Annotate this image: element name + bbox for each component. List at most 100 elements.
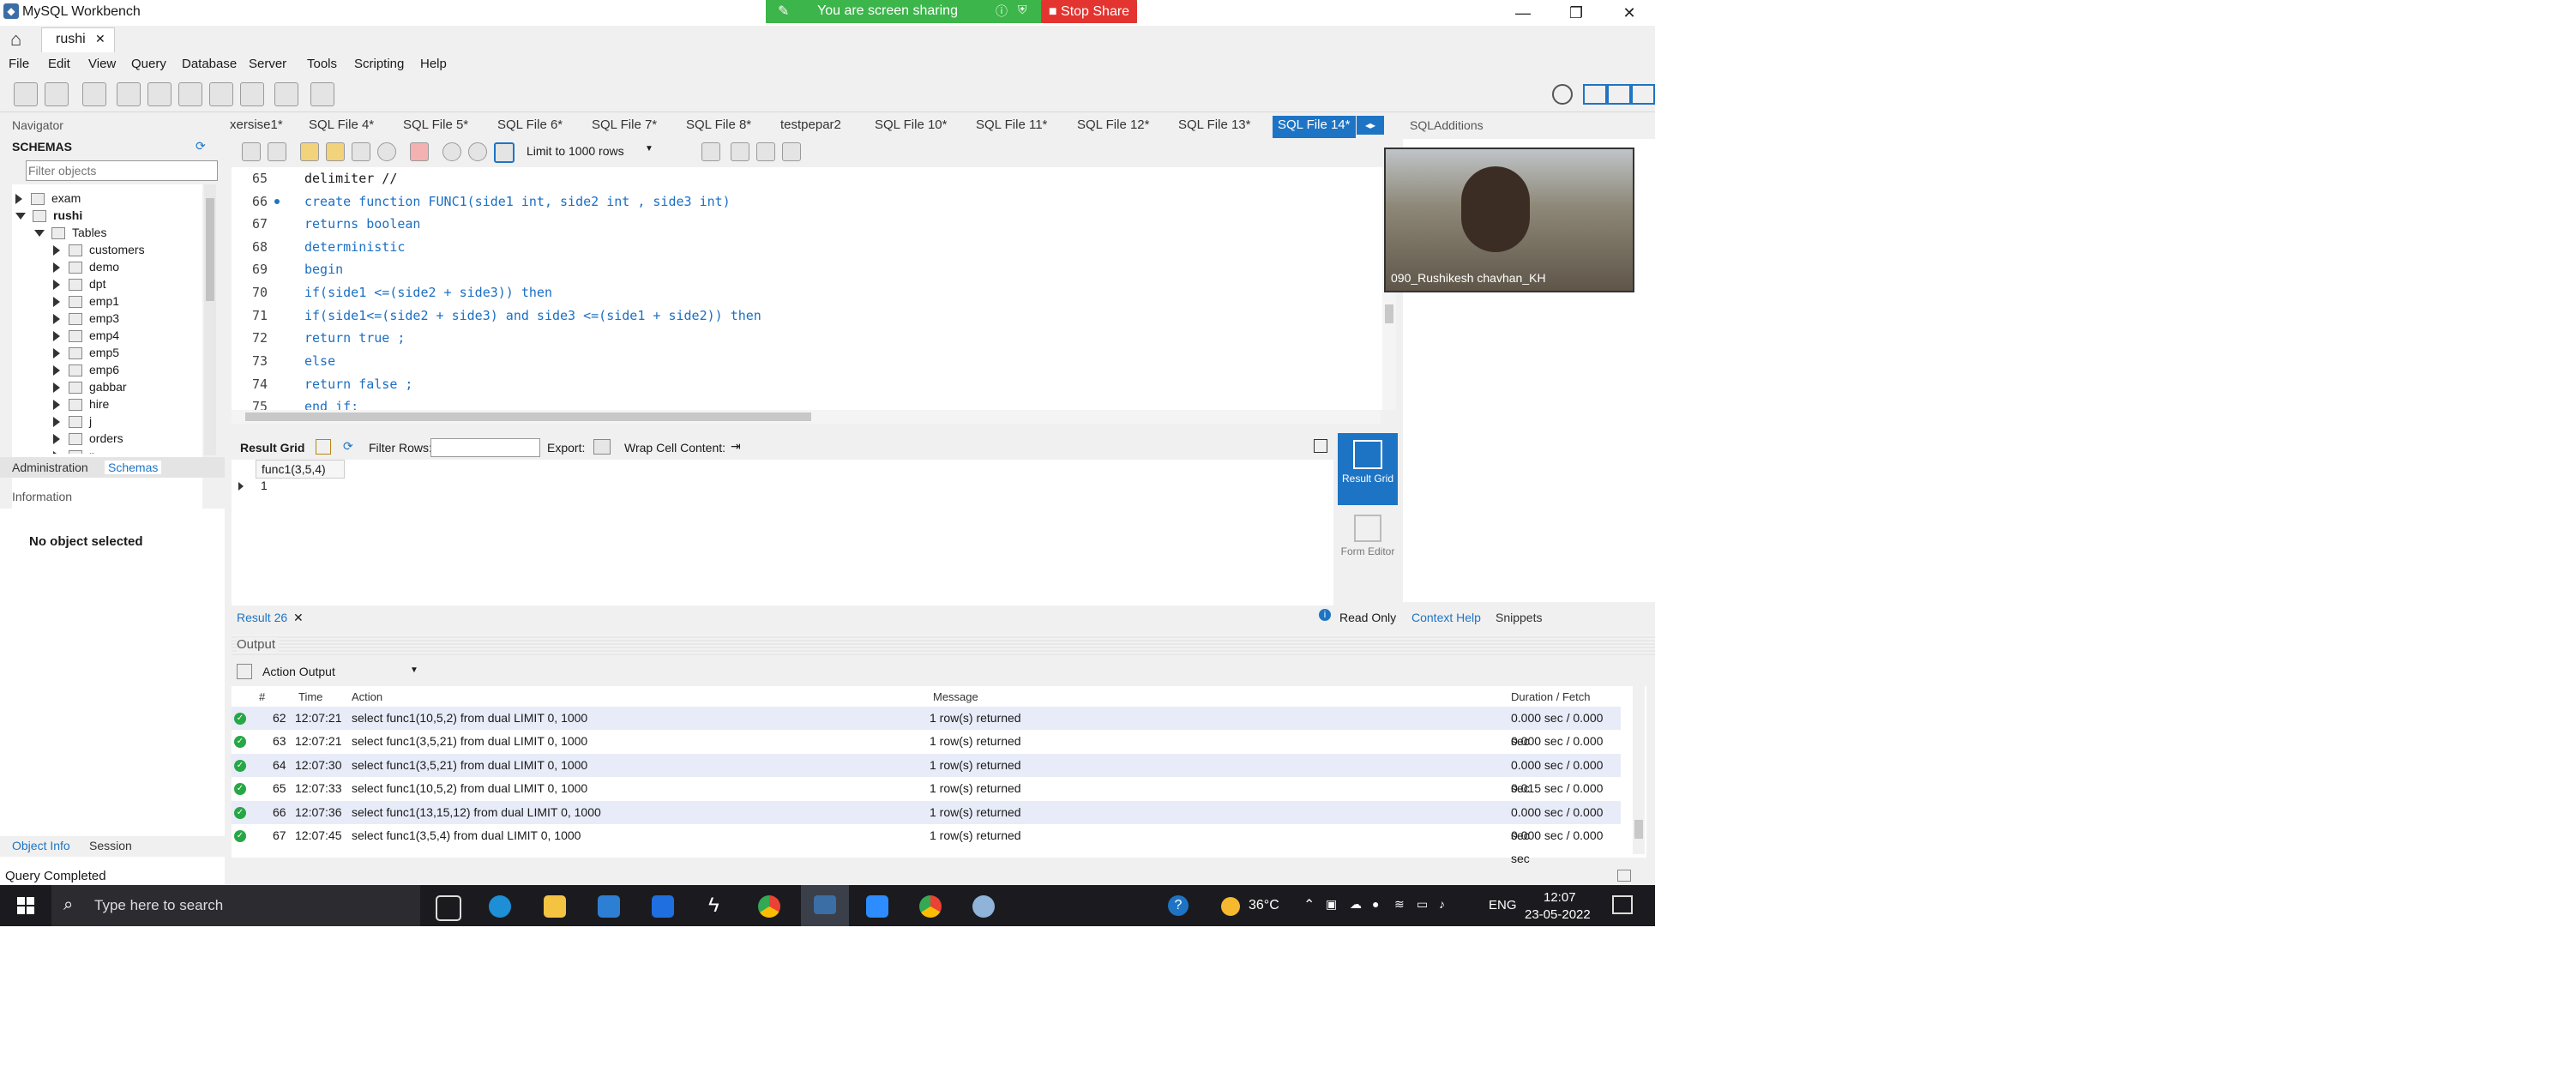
menu-view[interactable]: View bbox=[88, 57, 116, 71]
editor-hscrollbar[interactable] bbox=[232, 410, 1381, 424]
tab-object-info[interactable]: Object Info bbox=[12, 839, 70, 852]
dropbox-icon[interactable] bbox=[652, 895, 674, 918]
table-item[interactable]: dpt bbox=[53, 275, 105, 292]
result-grid-side-button[interactable]: Result Grid bbox=[1338, 433, 1398, 505]
editor-tab[interactable]: SQL File 4* bbox=[309, 117, 374, 132]
volume-icon[interactable]: ♪ bbox=[1439, 897, 1445, 911]
menu-server[interactable]: Server bbox=[249, 57, 286, 71]
editor-tab[interactable]: SQL File 13* bbox=[1178, 117, 1251, 132]
tab-session[interactable]: Session bbox=[89, 839, 132, 852]
wrap-lines-icon[interactable] bbox=[782, 142, 801, 161]
create-function-icon[interactable] bbox=[240, 82, 264, 106]
filter-rows-input[interactable] bbox=[430, 438, 540, 457]
new-sql-tab-icon[interactable] bbox=[14, 82, 38, 106]
toggle-output-icon[interactable] bbox=[1607, 84, 1631, 105]
grid-cell[interactable]: 1 bbox=[261, 479, 268, 492]
stop-share-button[interactable]: ■ Stop Share bbox=[1041, 0, 1137, 23]
refresh-icon[interactable]: ⟳ bbox=[343, 439, 353, 454]
reconnect-icon[interactable] bbox=[310, 82, 334, 106]
menu-scripting[interactable]: Scripting bbox=[354, 57, 404, 71]
create-view-icon[interactable] bbox=[178, 82, 202, 106]
schema-item-rushi[interactable]: rushi bbox=[15, 207, 82, 224]
home-icon[interactable]: ⌂ bbox=[10, 28, 21, 51]
file-explorer-icon[interactable] bbox=[544, 895, 566, 918]
menu-database[interactable]: Database bbox=[182, 57, 237, 71]
output-scrollbar[interactable] bbox=[1633, 686, 1645, 854]
search-table-data-icon[interactable] bbox=[274, 82, 298, 106]
table-item[interactable]: customers bbox=[53, 241, 145, 258]
table-item[interactable]: emp6 bbox=[53, 361, 119, 378]
filter-objects-input[interactable] bbox=[26, 160, 218, 181]
help-icon[interactable]: ? bbox=[1168, 895, 1189, 916]
table-item[interactable]: emp5 bbox=[53, 344, 119, 361]
edge-icon[interactable] bbox=[489, 895, 511, 918]
output-row[interactable]: ✓ 62 12:07:21 select func1(10,5,2) from … bbox=[232, 707, 1621, 748]
result-tab[interactable]: Result 26 bbox=[237, 611, 287, 624]
toggle-panel-icon[interactable] bbox=[1314, 439, 1327, 453]
grid-icon[interactable] bbox=[316, 439, 331, 455]
invisible-chars-icon[interactable] bbox=[756, 142, 775, 161]
form-editor-side-button[interactable]: Form Editor bbox=[1338, 509, 1398, 581]
share-info-icon[interactable]: ⓘ bbox=[996, 3, 1008, 20]
output-row[interactable]: ✓ 65 12:07:33 select func1(10,5,2) from … bbox=[232, 777, 1621, 818]
weather-temp[interactable]: 36°C bbox=[1249, 898, 1279, 913]
output-row[interactable]: ✓ 66 12:07:36 select func1(13,15,12) fro… bbox=[232, 801, 1621, 842]
task-view-icon[interactable] bbox=[436, 895, 461, 921]
onedrive-icon[interactable]: ☁ bbox=[1350, 897, 1362, 912]
close-button[interactable]: ✕ bbox=[1604, 0, 1655, 26]
tab-snippets[interactable]: Snippets bbox=[1496, 611, 1542, 624]
clock-date[interactable]: 23-05-2022 bbox=[1525, 907, 1591, 922]
editor-tab[interactable]: SQL File 5* bbox=[403, 117, 468, 132]
menu-help[interactable]: Help bbox=[420, 57, 447, 71]
inspector-icon[interactable] bbox=[82, 82, 106, 106]
menu-file[interactable]: File bbox=[9, 57, 29, 71]
beautify-icon[interactable] bbox=[701, 142, 720, 161]
editor-tab[interactable]: xersise1* bbox=[230, 117, 283, 132]
editor-tab[interactable]: testpepar2 bbox=[780, 117, 841, 132]
winamp-icon[interactable]: ϟ bbox=[708, 894, 719, 918]
chrome-profile-icon[interactable] bbox=[919, 895, 942, 918]
notifications-icon[interactable] bbox=[1612, 895, 1633, 914]
editor-tab[interactable]: SQL File 10* bbox=[875, 117, 948, 132]
commit-icon[interactable] bbox=[442, 142, 461, 161]
explain-icon[interactable] bbox=[352, 142, 370, 161]
table-item[interactable]: hire bbox=[53, 395, 109, 413]
tree-scrollbar[interactable] bbox=[204, 184, 216, 455]
menu-query[interactable]: Query bbox=[131, 57, 166, 71]
create-table-icon[interactable] bbox=[147, 82, 172, 106]
workbench-task-button[interactable] bbox=[801, 885, 849, 926]
tab-administration[interactable]: Administration bbox=[12, 461, 88, 474]
table-item[interactable]: gabbar bbox=[53, 378, 127, 395]
minimize-button[interactable]: — bbox=[1497, 0, 1549, 26]
grid-column-header[interactable]: func1(3,5,4) bbox=[256, 460, 345, 479]
copy-output-icon[interactable] bbox=[237, 664, 252, 679]
toggle-secondary-sidebar-icon[interactable] bbox=[1631, 84, 1655, 105]
tab-scroll-arrows-icon[interactable]: ◂▸ bbox=[1357, 116, 1384, 135]
tab-context-help[interactable]: Context Help bbox=[1411, 611, 1481, 624]
editor-tab[interactable]: SQL File 12* bbox=[1077, 117, 1150, 132]
table-item[interactable]: emp4 bbox=[53, 327, 119, 344]
execute-icon[interactable] bbox=[300, 142, 319, 161]
windows-start-icon[interactable] bbox=[17, 897, 34, 914]
close-tab-icon[interactable]: ✕ bbox=[95, 32, 105, 46]
refresh-schemas-icon[interactable]: ⟳ bbox=[196, 139, 206, 154]
output-mode-select[interactable]: Action Output bbox=[262, 665, 335, 678]
create-procedure-icon[interactable] bbox=[209, 82, 233, 106]
chrome-icon[interactable] bbox=[758, 895, 780, 918]
tab-schemas[interactable]: Schemas bbox=[105, 461, 162, 474]
toggle-sidebar-icon[interactable] bbox=[1583, 84, 1607, 105]
result-grid-label[interactable]: Result Grid bbox=[240, 441, 304, 455]
chevron-down-icon[interactable]: ▼ bbox=[410, 665, 418, 675]
find-icon[interactable] bbox=[731, 142, 749, 161]
execute-current-icon[interactable] bbox=[326, 142, 345, 161]
table-item[interactable]: orders bbox=[53, 430, 123, 447]
limit-rows-select[interactable]: Limit to 1000 rows ▼ bbox=[527, 144, 655, 161]
output-row[interactable]: ✓ 63 12:07:21 select func1(3,5,21) from … bbox=[232, 730, 1621, 771]
maximize-button[interactable]: ❐ bbox=[1550, 0, 1602, 26]
share-shield-icon[interactable]: ⛨ bbox=[1018, 3, 1027, 17]
clock-time[interactable]: 12:07 bbox=[1544, 890, 1576, 905]
create-schema-icon[interactable] bbox=[117, 82, 141, 106]
mail-icon[interactable] bbox=[598, 895, 620, 918]
settings-gear-icon[interactable] bbox=[1552, 84, 1573, 105]
status-panel-icon[interactable] bbox=[1617, 870, 1631, 882]
